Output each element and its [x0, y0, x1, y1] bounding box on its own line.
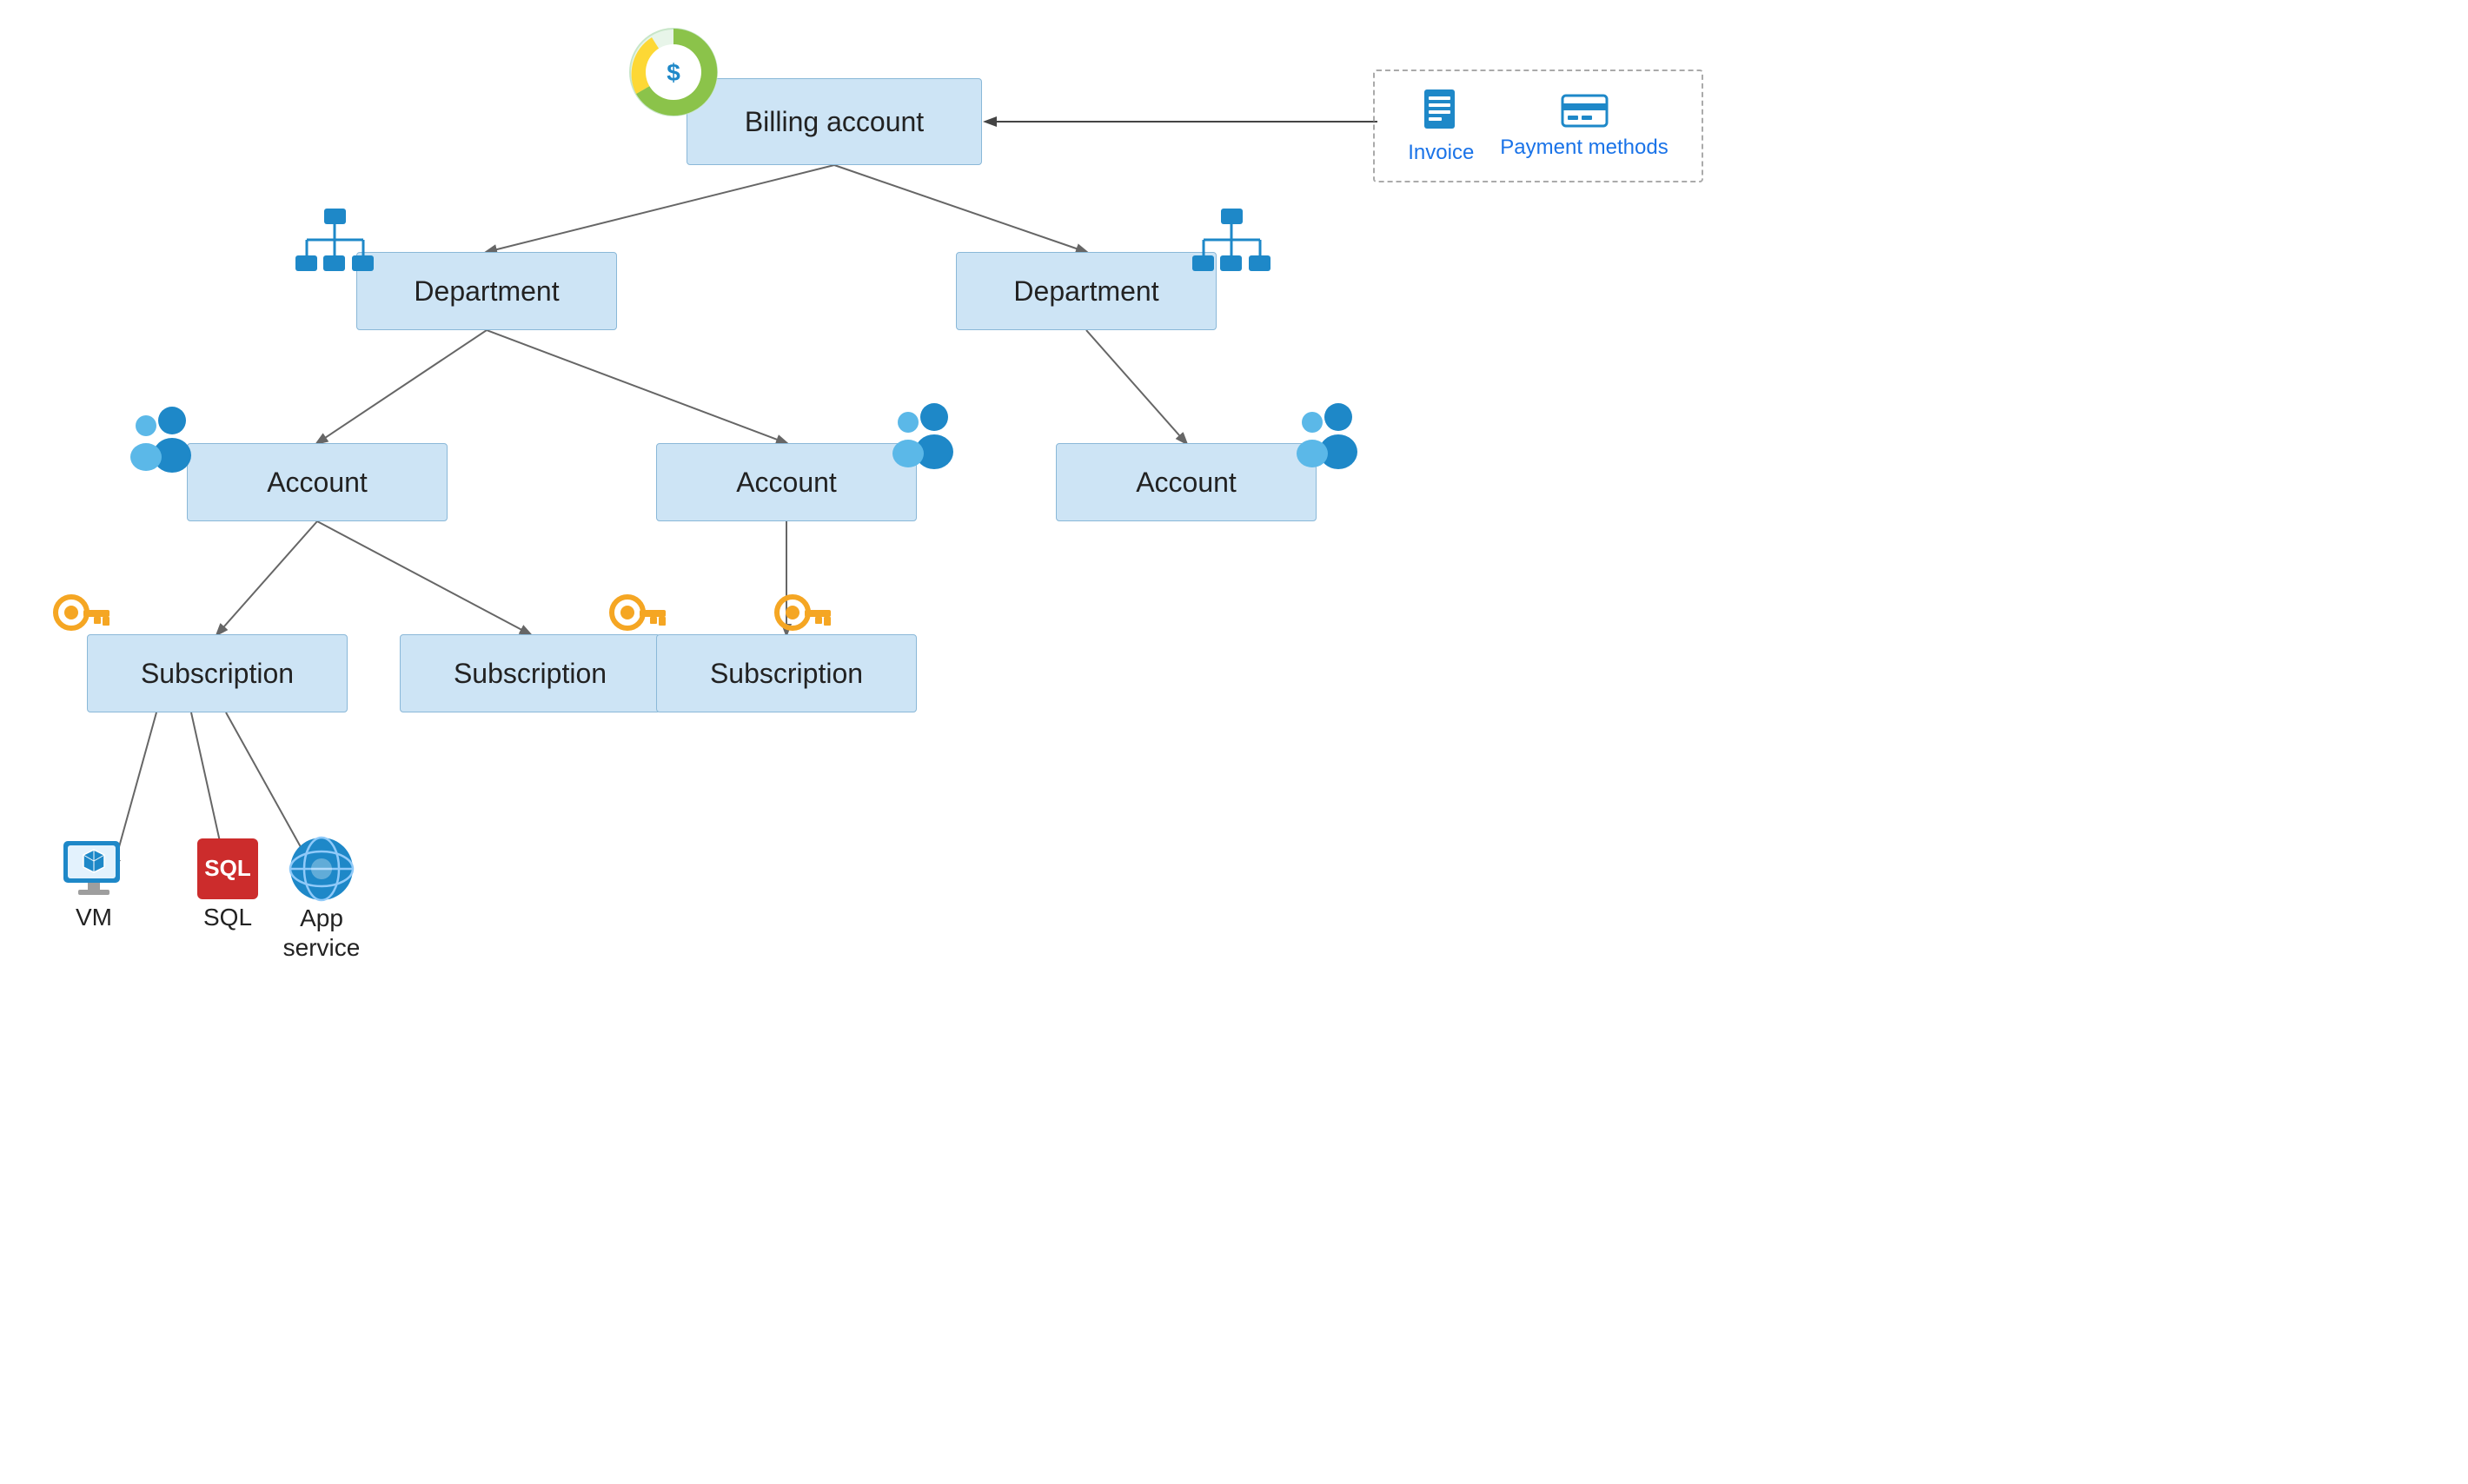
sub1-box: Subscription: [87, 634, 348, 712]
account3-box: Account: [1056, 443, 1317, 521]
invoice-item: Invoice: [1408, 88, 1474, 165]
svg-text:SQL: SQL: [204, 855, 251, 881]
sub2-label: Subscription: [454, 658, 607, 690]
appservice-icon: [287, 834, 356, 904]
invoice-payment-box: Invoice Payment methods: [1373, 70, 1703, 182]
appservice-label: App service: [282, 904, 361, 962]
account1-person-icon: [120, 401, 198, 484]
account2-box: Account: [656, 443, 917, 521]
account1-label: Account: [267, 467, 368, 499]
vm-icon: [59, 834, 129, 904]
sql-label: SQL: [203, 904, 252, 931]
vm-node: VM: [59, 834, 129, 931]
billing-account-label: Billing account: [745, 106, 924, 138]
dept2-box: Department: [956, 252, 1217, 330]
dept2-label: Department: [1013, 275, 1158, 308]
vm-label: VM: [76, 904, 112, 931]
appservice-node: App service: [282, 834, 361, 962]
payment-label: Payment methods: [1500, 136, 1668, 161]
account2-person-icon: [882, 398, 960, 480]
dept2-org-icon: [1191, 207, 1273, 289]
sub3-label: Subscription: [710, 658, 863, 690]
sub1-key-icon: [52, 591, 113, 652]
sql-node: SQL SQL: [193, 834, 262, 931]
sub2-key-icon: [608, 591, 669, 652]
dept1-org-icon: [294, 207, 376, 289]
account3-person-icon: [1286, 398, 1364, 480]
sub3-key-icon: [773, 591, 834, 652]
account3-label: Account: [1136, 467, 1237, 499]
account1-box: Account: [187, 443, 448, 521]
billing-account-icon: $: [626, 24, 721, 120]
payment-item: Payment methods: [1500, 91, 1668, 161]
billing-account-box: Billing account: [687, 78, 982, 165]
diagram-container: $ Billing account Invoice: [0, 0, 2468, 1484]
invoice-label: Invoice: [1408, 141, 1474, 165]
dept1-box: Department: [356, 252, 617, 330]
sub1-label: Subscription: [141, 658, 294, 690]
sql-icon: SQL: [193, 834, 262, 904]
svg-text:$: $: [667, 59, 680, 86]
dept1-label: Department: [414, 275, 559, 308]
account2-label: Account: [736, 467, 837, 499]
